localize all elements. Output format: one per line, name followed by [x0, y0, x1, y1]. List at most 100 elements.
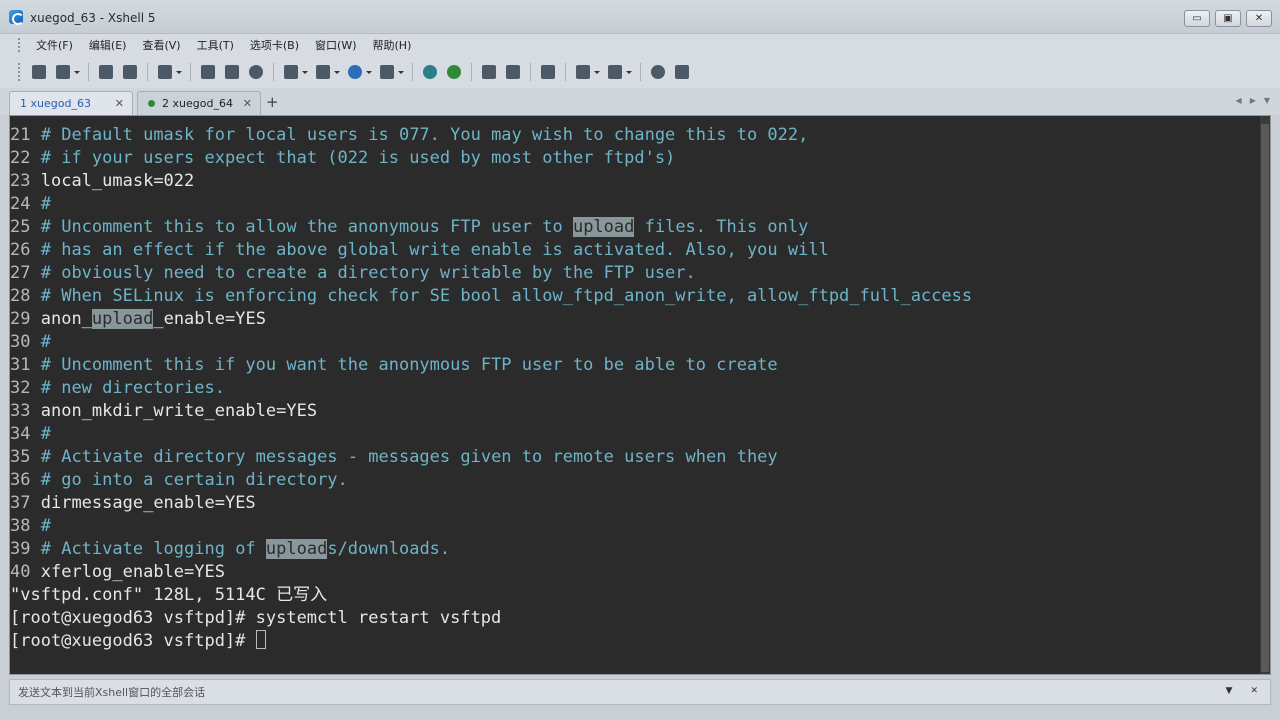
- magnifier-icon: [249, 65, 263, 79]
- search-highlight: upload: [265, 539, 328, 559]
- minimize-button[interactable]: ▭: [1184, 10, 1210, 27]
- lock-icon: [506, 65, 520, 79]
- terminal-cursor: [255, 630, 266, 649]
- line-text: # When SELinux is enforcing check for SE…: [40, 286, 973, 306]
- line-text: # has an effect if the above global writ…: [40, 240, 829, 260]
- paste-button[interactable]: [221, 61, 243, 83]
- line-text: xferlog_enable=YES: [40, 562, 225, 582]
- terminal-line: 38 #: [10, 515, 972, 538]
- line-text: # Activate logging of: [40, 539, 266, 559]
- restore-button[interactable]: ▣: [1215, 10, 1241, 27]
- menu-file[interactable]: 文件(F): [28, 37, 81, 53]
- compose-bar[interactable]: 发送文本到当前Xshell窗口的全部会话 ▼ ✕: [9, 679, 1271, 705]
- toolbar-separator: [147, 63, 148, 81]
- layout-button[interactable]: [604, 61, 634, 83]
- add-tab-button[interactable]: +: [266, 93, 279, 111]
- compose-bar-controls: ▼ ✕: [1226, 686, 1258, 696]
- toolbar-separator: [471, 63, 472, 81]
- connect-icon: [99, 65, 113, 79]
- shell-prompt-line: [root@xuegod63 vsftpd]#: [10, 630, 972, 653]
- close-icon[interactable]: ✕: [243, 97, 252, 110]
- terminal-line: 32 # new directories.: [10, 377, 972, 400]
- tab-prev-icon[interactable]: ◀: [1236, 96, 1242, 105]
- chat-button[interactable]: [671, 61, 693, 83]
- menu-tools[interactable]: 工具(T): [189, 37, 242, 53]
- line-text: # if your users expect that (022 is used…: [40, 148, 676, 168]
- tab-next-icon[interactable]: ▶: [1250, 96, 1256, 105]
- close-icon[interactable]: ✕: [1250, 686, 1258, 696]
- menu-help[interactable]: 帮助(H): [365, 37, 420, 53]
- layout-icon: [608, 65, 622, 79]
- transfer-icon: [316, 65, 330, 79]
- disconnect-button[interactable]: [119, 61, 141, 83]
- menu-view[interactable]: 查看(V): [134, 37, 188, 53]
- font-icon: [380, 65, 394, 79]
- tab-xuegod-64[interactable]: 2 xuegod_64 ✕: [137, 91, 261, 115]
- line-text: anon_: [40, 309, 92, 329]
- copy-icon: [201, 65, 215, 79]
- toolbar-separator: [190, 63, 191, 81]
- line-number: 26: [10, 240, 31, 260]
- menu-edit[interactable]: 编辑(E): [81, 37, 135, 53]
- find-button[interactable]: [245, 61, 267, 83]
- terminal-line: 30 #: [10, 331, 972, 354]
- terminal-line: 23 local_umask=022: [10, 170, 972, 193]
- line-text: _enable=YES: [153, 309, 266, 329]
- terminal-line: 37 dirmessage_enable=YES: [10, 492, 972, 515]
- xshell-app-icon: [9, 10, 24, 25]
- toolbar-separator: [412, 63, 413, 81]
- close-button[interactable]: ✕: [1246, 10, 1272, 27]
- globe-icon: [348, 65, 362, 79]
- menubar-grip: [18, 38, 22, 52]
- menu-window[interactable]: 窗口(W): [307, 37, 364, 53]
- fullscreen-button[interactable]: [478, 61, 500, 83]
- printer-icon: [284, 65, 298, 79]
- line-number: 39: [10, 539, 31, 559]
- line-number: 24: [10, 194, 31, 214]
- toolbar-separator: [273, 63, 274, 81]
- chat-icon: [675, 65, 689, 79]
- script-button[interactable]: [443, 61, 465, 83]
- line-text: #: [40, 516, 51, 536]
- line-text: s/downloads.: [327, 539, 451, 559]
- xftp-icon: [423, 65, 437, 79]
- new-session-button[interactable]: [28, 61, 50, 83]
- window-controls: ▭ ▣ ✕: [1184, 10, 1272, 27]
- line-text: # Activate directory messages - messages…: [40, 447, 778, 467]
- menu-tabs[interactable]: 选项卡(B): [242, 37, 307, 53]
- terminal-line: 40 xferlog_enable=YES: [10, 561, 972, 584]
- shell-prompt: [root@xuegod63 vsftpd]#: [10, 631, 256, 651]
- line-text: # Uncomment this to allow the anonymous …: [40, 217, 573, 237]
- lock-button[interactable]: [502, 61, 524, 83]
- terminal-line: 31 # Uncomment this if you want the anon…: [10, 354, 972, 377]
- toolbar: [0, 56, 1280, 88]
- print-button[interactable]: [280, 61, 310, 83]
- toolbar-separator: [565, 63, 566, 81]
- chevron-down-icon[interactable]: ▼: [1226, 686, 1233, 696]
- terminal-view[interactable]: 21 # Default umask for local users is 07…: [9, 115, 1271, 675]
- transfer-button[interactable]: [312, 61, 342, 83]
- terminal-scrollbar[interactable]: [1260, 116, 1270, 674]
- xftp-button[interactable]: [419, 61, 441, 83]
- script-icon: [447, 65, 461, 79]
- encoding-button[interactable]: [344, 61, 374, 83]
- connect-button[interactable]: [95, 61, 117, 83]
- keyboard-button[interactable]: [537, 61, 559, 83]
- new-session-icon: [32, 65, 46, 79]
- help-button[interactable]: [647, 61, 669, 83]
- font-button[interactable]: [376, 61, 406, 83]
- shell-prompt-line: [root@xuegod63 vsftpd]# systemctl restar…: [10, 608, 502, 628]
- close-icon[interactable]: ✕: [115, 97, 124, 110]
- line-number: 28: [10, 286, 31, 306]
- tab-xuegod-63[interactable]: 1 xuegod_63 ✕: [9, 91, 133, 115]
- scrollbar-thumb[interactable]: [1261, 124, 1269, 672]
- terminal-line: 35 # Activate directory messages - messa…: [10, 446, 972, 469]
- properties-icon: [158, 65, 172, 79]
- copy-button[interactable]: [197, 61, 219, 83]
- new-tab-button[interactable]: [572, 61, 602, 83]
- status-strip: [0, 708, 1280, 720]
- properties-button[interactable]: [154, 61, 184, 83]
- tab-list-icon[interactable]: ▼: [1264, 96, 1270, 105]
- open-session-button[interactable]: [52, 61, 82, 83]
- line-number: 21: [10, 125, 31, 145]
